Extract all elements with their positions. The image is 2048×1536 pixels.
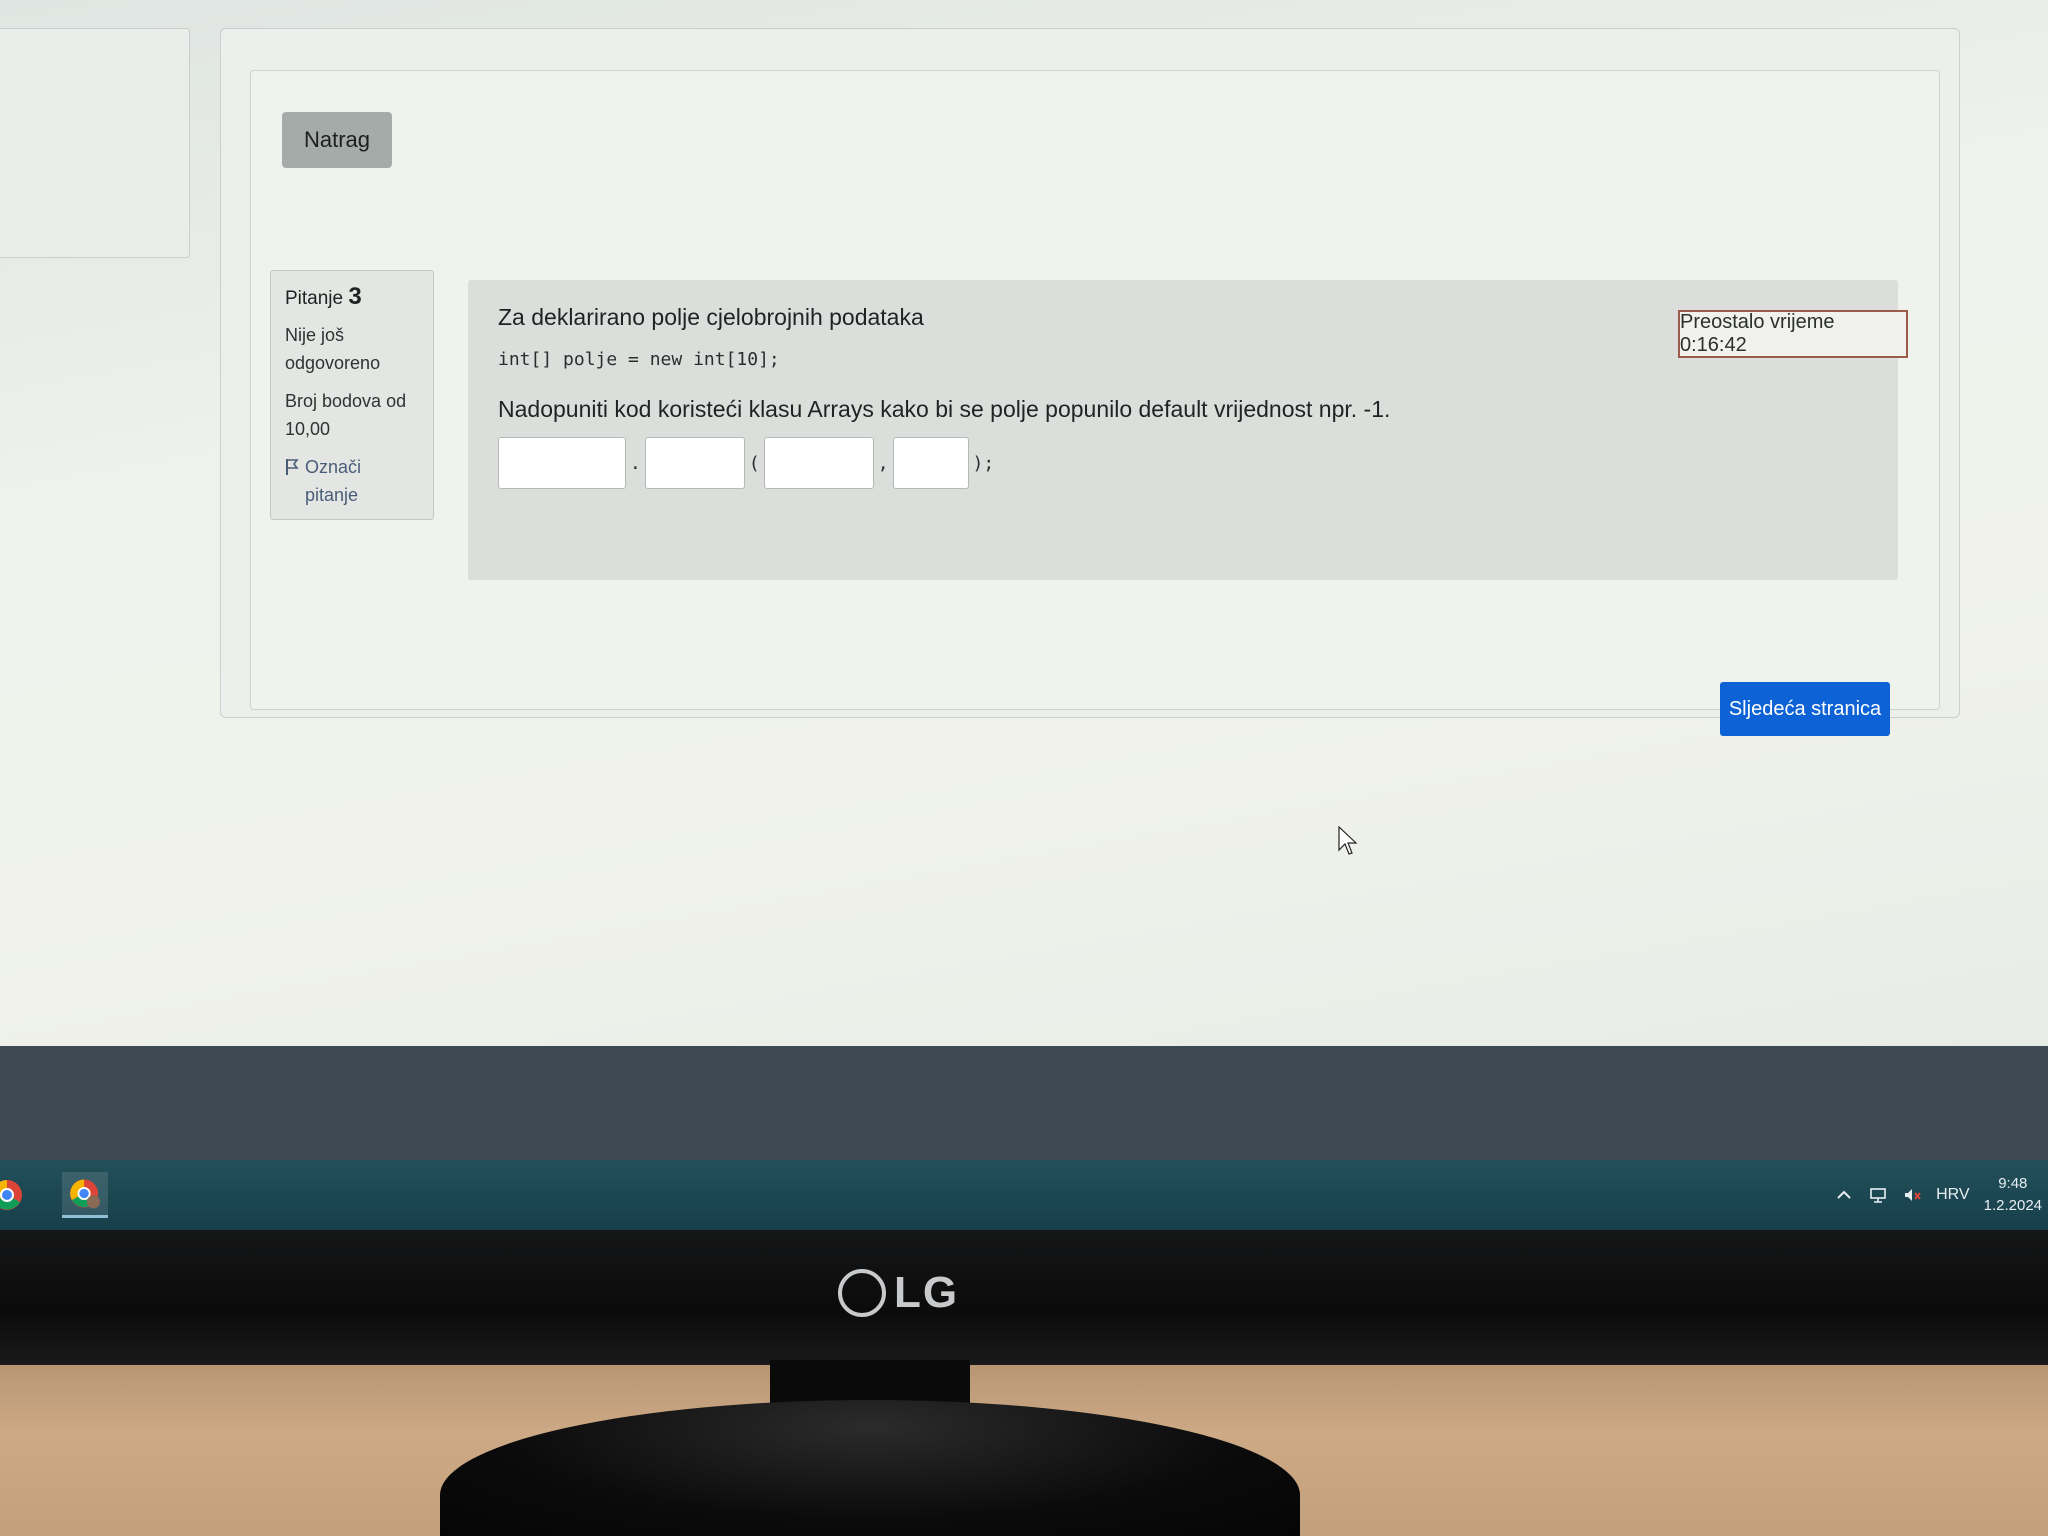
clock-date: 1.2.2024 (1983, 1197, 2042, 1214)
separator-open-paren: ( (748, 452, 760, 474)
chrome-icon[interactable] (0, 1172, 30, 1218)
chrome-profile-icon[interactable] (62, 1172, 108, 1218)
question-info-box: Pitanje 3 Nije još odgovoreno Broj bodov… (270, 270, 434, 520)
back-button[interactable]: Natrag (282, 112, 392, 168)
monitor-screen: Natrag Pitanje 3 Nije još odgovoreno Bro… (0, 0, 2048, 1070)
answer-blank-2[interactable] (644, 437, 745, 489)
flag-question-link[interactable]: Označi pitanje (285, 453, 419, 509)
question-number-line: Pitanje 3 (285, 283, 419, 313)
question-number: 3 (348, 283, 362, 310)
question-instruction: Nadopuniti kod koristeći klasu Arrays ka… (498, 396, 1391, 422)
left-side-block (0, 28, 190, 258)
answer-blank-4[interactable] (892, 437, 969, 489)
question-intro: Za deklarirano polje cjelobrojnih podata… (498, 304, 924, 330)
windows-taskbar: HRV 9:48 1.2.2024 (0, 1160, 2048, 1230)
question-label: Pitanje (285, 288, 344, 309)
mouse-cursor-icon (1338, 826, 1358, 855)
chevron-up-icon[interactable] (1834, 1185, 1854, 1205)
clock-time: 9:48 (1998, 1175, 2028, 1192)
lg-logo-circle-icon (838, 1269, 886, 1317)
answer-row: . ( , ); (498, 437, 1868, 489)
monitor-bezel (0, 1230, 2048, 1365)
question-grade: Broj bodova od 10,00 (285, 391, 407, 439)
question-state: Nije još odgovoreno (285, 325, 381, 373)
page-footer-band (0, 1046, 2048, 1160)
system-tray: HRV 9:48 1.2.2024 (1834, 1160, 2048, 1230)
lg-brand-text: LG (894, 1268, 960, 1317)
lg-logo: LG (838, 1268, 959, 1318)
flag-icon (285, 459, 299, 475)
network-icon[interactable] (1868, 1185, 1888, 1205)
separator-close: ); (972, 452, 995, 474)
flag-question-label: Označi pitanje (304, 457, 362, 505)
next-page-button[interactable]: Sljedeća stranica (1720, 682, 1890, 736)
separator-dot: . (630, 452, 641, 474)
answer-blank-3[interactable] (763, 437, 874, 489)
answer-blank-1[interactable] (498, 437, 626, 489)
separator-comma: , (877, 452, 889, 474)
time-remaining-box: Preostalo vrijeme 0:16:42 (1678, 310, 1908, 358)
speaker-muted-icon[interactable] (1902, 1185, 1922, 1205)
question-code: int[] polje = new int[10]; (498, 349, 780, 370)
input-language[interactable]: HRV (1936, 1186, 1970, 1204)
taskbar-clock[interactable]: 9:48 1.2.2024 (1984, 1173, 2042, 1217)
